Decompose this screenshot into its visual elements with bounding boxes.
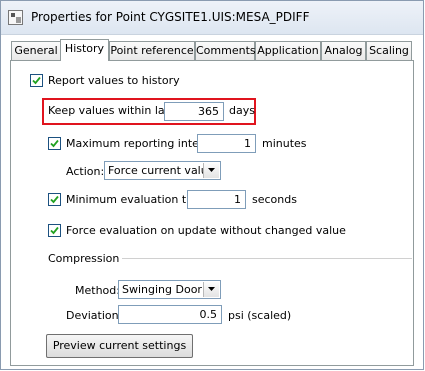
min-eval-checkbox[interactable] [48,193,61,206]
chevron-down-icon[interactable] [203,163,219,178]
force-eval-checkbox[interactable] [48,224,61,237]
window-title: Properties for Point CYGSITE1.UIS:MESA_P… [31,10,310,24]
preview-settings-button[interactable]: Preview current settings [46,334,193,358]
deviation-unit: psi (scaled) [228,309,292,322]
tab-comments[interactable]: Comments [195,41,256,60]
chevron-down-icon[interactable] [203,282,219,297]
tab-point-reference[interactable]: Point reference [109,41,195,60]
deviation-label: Deviation: [66,309,123,322]
point-properties-icon [8,10,23,25]
method-label: Method: [75,284,120,297]
report-to-history-checkbox[interactable] [30,74,43,87]
deviation-input[interactable]: 0.5 [118,305,222,324]
action-select-value: Force current value [108,164,215,177]
tab-scaling[interactable]: Scaling [366,41,412,60]
compression-heading: Compression [48,252,120,265]
report-to-history-label: Report values to history [48,74,180,87]
properties-dialog: Properties for Point CYGSITE1.UIS:MESA_P… [0,0,424,370]
checkmark-icon [32,76,41,85]
compression-divider [122,258,412,259]
max-interval-checkbox[interactable] [48,137,61,150]
keep-within-input[interactable]: 365 [164,102,224,121]
method-select[interactable]: Swinging Door [118,280,221,299]
action-label: Action: [66,165,105,178]
method-select-value: Swinging Door [122,283,202,296]
tab-analog[interactable]: Analog [321,41,366,60]
tab-general[interactable]: General [11,41,61,60]
max-interval-input[interactable]: 1 [197,134,256,153]
checkmark-icon [50,195,59,204]
title-bar[interactable]: Properties for Point CYGSITE1.UIS:MESA_P… [1,1,423,35]
keep-within-label: Keep values within last: [48,104,179,117]
checkmark-icon [50,226,59,235]
keep-within-unit: days [229,104,255,117]
max-interval-unit: minutes [262,137,307,150]
action-select[interactable]: Force current value [104,161,221,180]
tab-history[interactable]: History [60,39,109,61]
checkmark-icon [50,139,59,148]
min-eval-input[interactable]: 1 [187,190,246,209]
min-eval-unit: seconds [252,193,297,206]
tab-application[interactable]: Application [255,41,321,60]
force-eval-label: Force evaluation on update without chang… [66,224,346,237]
